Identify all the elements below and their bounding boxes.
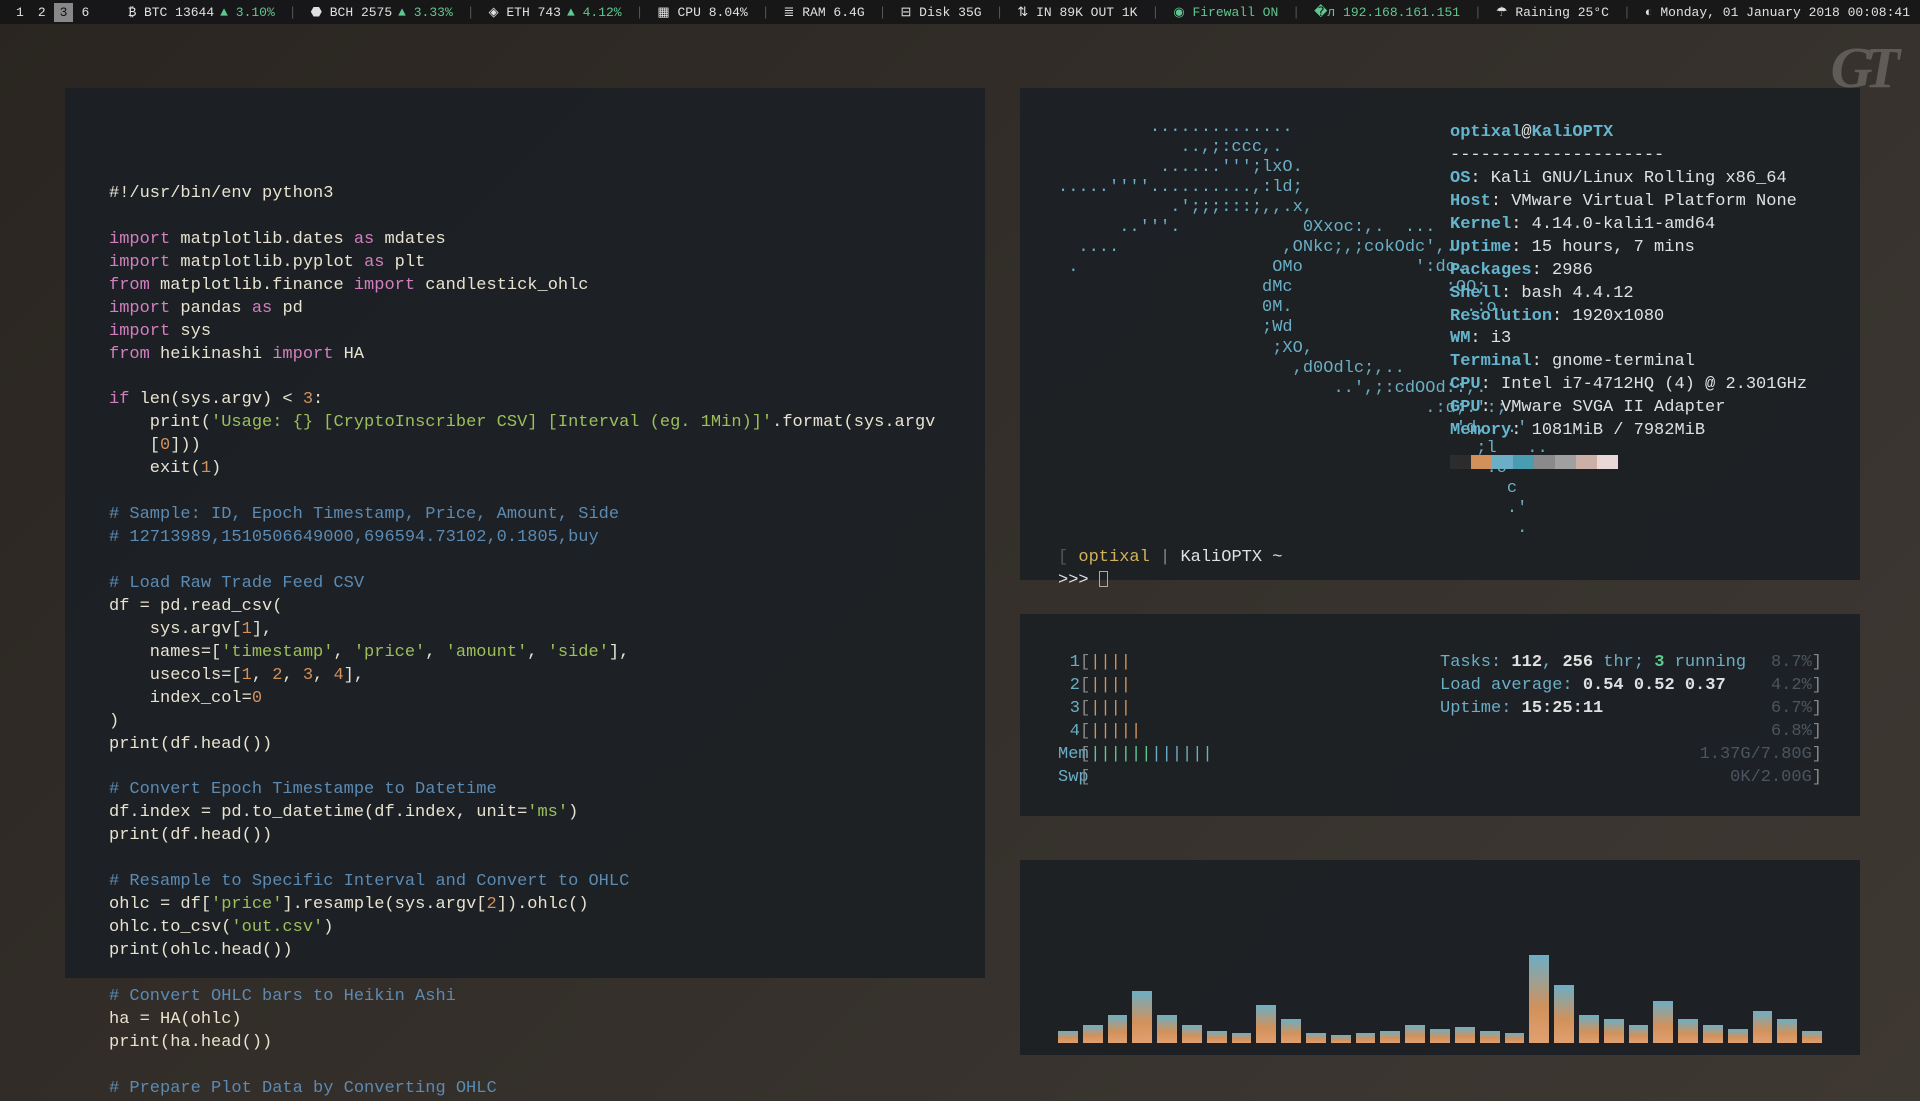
htop-panel[interactable]: 1 [||||8.7%] 2 [||||4.2%] 3 [||||6.7%] 4… (1020, 614, 1860, 816)
viz-bar (1331, 1035, 1351, 1043)
viz-bar (1802, 1031, 1822, 1043)
viz-bar (1505, 1033, 1525, 1043)
viz-bar (1703, 1025, 1723, 1043)
code-editor-panel[interactable]: #!/usr/bin/env python3 import matplotlib… (65, 88, 985, 978)
viz-bar (1356, 1033, 1376, 1043)
mem-bar: Mem[||||||||||||1.37G/7.80G] (1058, 744, 1822, 767)
ip-status: �л 192.168.161.151 (1314, 5, 1460, 20)
workspace-switcher: 1236 (10, 3, 95, 22)
viz-bar (1753, 1011, 1773, 1043)
datetime: ◐ Monday, 01 January 2018 00:08:41 (1645, 5, 1910, 20)
disk-status: ⊟ Disk 35G (900, 5, 981, 20)
viz-bar (1604, 1019, 1624, 1043)
viz-bar (1281, 1019, 1301, 1043)
workspace-1[interactable]: 1 (10, 3, 30, 22)
cpu-status: ▦ CPU 8.04% (657, 5, 747, 20)
viz-bar (1207, 1031, 1227, 1043)
cpu-bar-4: 4 [|||||6.8%] (1058, 721, 1822, 744)
ram-status: ≣ RAM 6.4G (784, 5, 865, 20)
viz-bar (1157, 1015, 1177, 1043)
eth-ticker: ◈ ETH 743 ▲ 4.12% (489, 5, 622, 20)
system-info: optixal@KaliOPTX --------------------- O… (1450, 122, 1807, 469)
viz-bar (1529, 955, 1549, 1043)
swp-bar: Swp[0K/2.00G] (1058, 767, 1822, 790)
viz-bar (1306, 1033, 1326, 1043)
viz-bar (1678, 1019, 1698, 1043)
weather-status: ☂ Raining 25°C (1496, 5, 1609, 20)
viz-bar (1108, 1015, 1128, 1043)
viz-bar (1653, 1001, 1673, 1043)
net-status: ⇅ IN 89K OUT 1K (1017, 5, 1137, 20)
viz-bar (1132, 991, 1152, 1043)
viz-bar (1629, 1025, 1649, 1043)
viz-bar (1232, 1033, 1252, 1043)
viz-bar (1182, 1025, 1202, 1043)
workspace-6[interactable]: 6 (75, 3, 95, 22)
viz-bar (1380, 1031, 1400, 1043)
firewall-status: ◉ Firewall ON (1173, 5, 1278, 20)
viz-bar (1728, 1029, 1748, 1043)
viz-bar (1777, 1019, 1797, 1043)
viz-bar (1579, 1015, 1599, 1043)
audio-visualizer-panel (1020, 860, 1860, 1055)
btc-ticker: ₿ BTC 13644 ▲ 3.10% (128, 5, 274, 20)
statusbar: 1236 ₿ BTC 13644 ▲ 3.10%|⬣ BCH 2575 ▲ 3.… (0, 0, 1920, 24)
workspace-2[interactable]: 2 (32, 3, 52, 22)
shell-prompt[interactable]: [ optixal | KaliOPTX ~ >>> (1058, 547, 1822, 593)
viz-bar (1405, 1025, 1425, 1043)
workspace-3[interactable]: 3 (54, 3, 74, 22)
viz-bar (1430, 1029, 1450, 1043)
viz-bar (1554, 985, 1574, 1043)
viz-bar (1058, 1031, 1078, 1043)
viz-bar (1083, 1025, 1103, 1043)
viz-bar (1455, 1027, 1475, 1043)
viz-bar (1256, 1005, 1276, 1043)
bch-ticker: ⬣ BCH 2575 ▲ 3.33% (311, 5, 453, 20)
color-palette (1450, 455, 1807, 469)
neofetch-panel[interactable]: .............. ..,;:ccc,. ......''';lxO.… (1020, 88, 1860, 580)
viz-bar (1480, 1031, 1500, 1043)
